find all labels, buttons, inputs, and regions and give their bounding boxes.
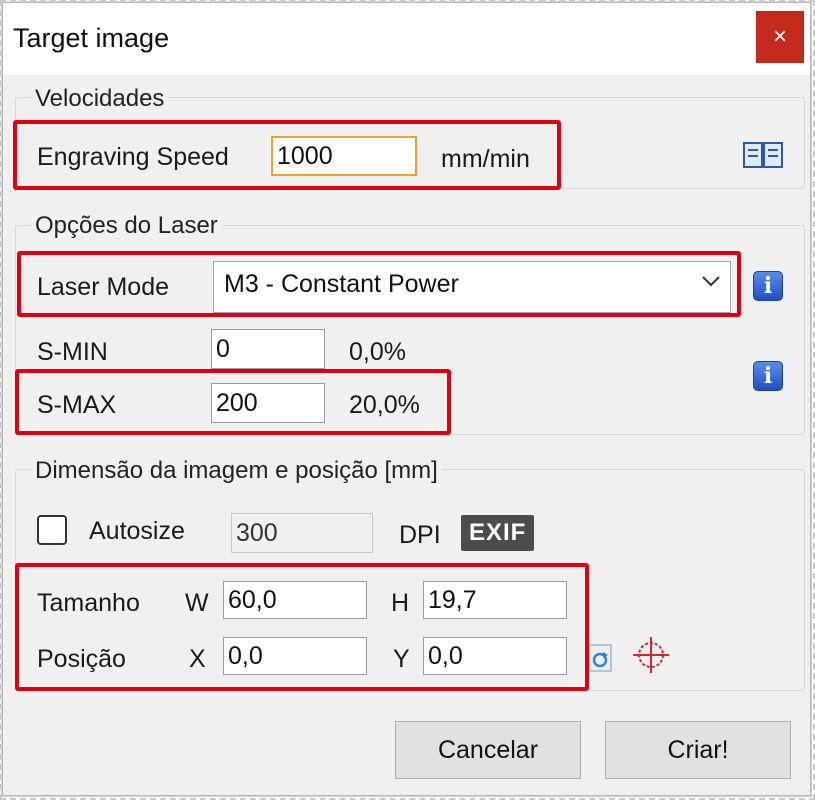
dimension-legend: Dimensão da imagem e posição [mm] (31, 457, 442, 485)
velocidades-legend: Velocidades (31, 85, 169, 113)
title-bar: Target image × (3, 3, 810, 75)
power-info-icon[interactable]: i (753, 361, 783, 391)
window-title: Target image (13, 23, 170, 53)
close-button[interactable]: × (756, 11, 804, 63)
book-icon[interactable] (743, 141, 783, 174)
dpi-input[interactable] (231, 513, 373, 553)
center-target-icon[interactable] (631, 635, 671, 680)
highlight-s-max (15, 369, 451, 435)
s-min-label: S-MIN (37, 338, 108, 366)
highlight-engraving-speed (13, 120, 561, 190)
target-image-dialog: Target image × Velocidades Engraving Spe… (2, 2, 811, 796)
laser-options-legend: Opções do Laser (31, 212, 222, 240)
exif-button[interactable]: EXIF (461, 515, 535, 551)
autosize-checkbox[interactable] (37, 515, 67, 545)
s-min-percent: 0,0% (349, 338, 406, 366)
dpi-label: DPI (399, 521, 441, 549)
create-button[interactable]: Criar! (605, 721, 791, 779)
laser-mode-info-icon[interactable]: i (753, 271, 783, 301)
reset-position-icon[interactable] (587, 643, 615, 678)
s-min-input[interactable] (211, 329, 325, 369)
highlight-laser-mode (17, 251, 741, 317)
autosize-label: Autosize (89, 517, 185, 545)
highlight-size-position (15, 563, 589, 691)
cancel-button[interactable]: Cancelar (395, 721, 581, 779)
